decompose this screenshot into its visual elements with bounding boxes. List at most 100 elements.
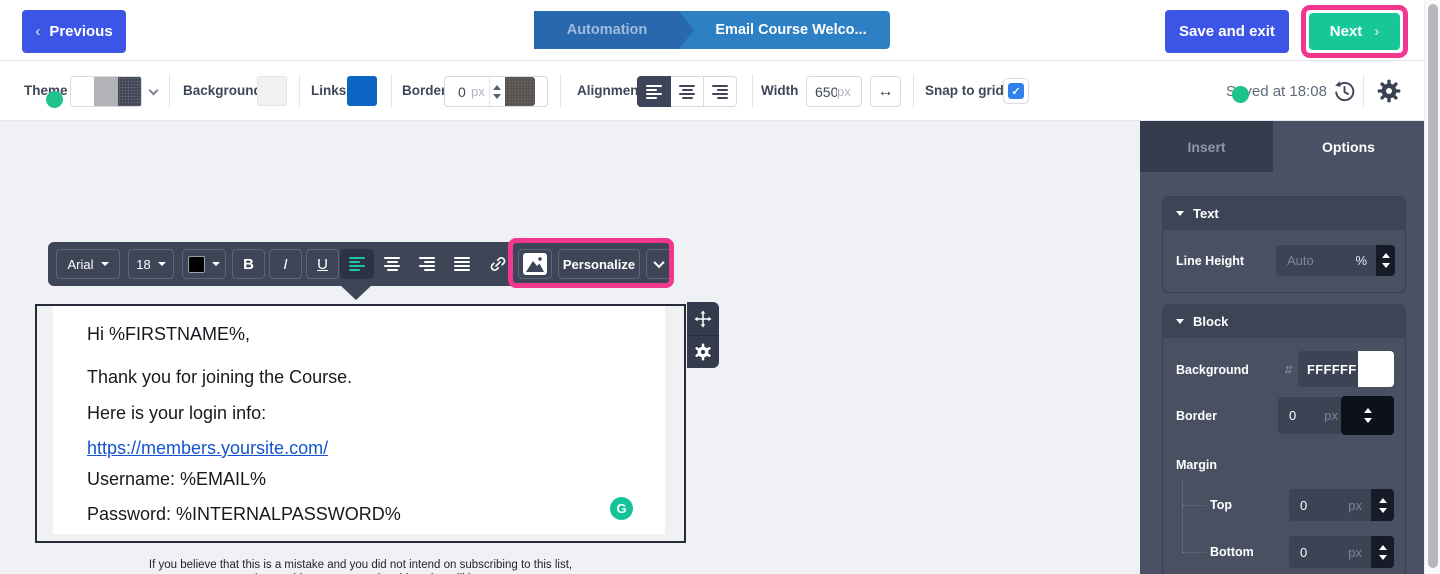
align-right-button[interactable] xyxy=(703,76,737,107)
insert-link-button[interactable] xyxy=(482,249,514,279)
snap-to-grid-checkbox[interactable]: ✓ xyxy=(1003,78,1029,104)
text-align-left-button[interactable] xyxy=(340,249,374,279)
margin-top-field: px xyxy=(1289,489,1371,521)
stepper-up-icon[interactable] xyxy=(493,84,502,90)
stepper-up-icon[interactable] xyxy=(1378,497,1387,503)
history-button[interactable] xyxy=(1333,80,1356,106)
block-section-header[interactable]: Block xyxy=(1163,305,1405,338)
link-icon xyxy=(490,257,506,271)
block-background-input[interactable] xyxy=(1298,361,1358,377)
line-height-stepper[interactable] xyxy=(1376,245,1395,276)
email-text-block[interactable]: Hi %FIRSTNAME%, Thank you for joining th… xyxy=(35,304,686,543)
align-right-icon xyxy=(419,257,435,271)
stepper-up-icon[interactable] xyxy=(1381,253,1390,258)
margin-top-unit: px xyxy=(1348,497,1362,513)
underline-button[interactable]: U xyxy=(306,249,339,279)
scrollbar-thumb[interactable] xyxy=(1428,4,1438,568)
divider xyxy=(560,74,561,108)
scrollbar xyxy=(1424,0,1440,574)
tab-insert[interactable]: Insert xyxy=(1140,121,1273,172)
save-and-exit-button[interactable]: Save and exit xyxy=(1165,10,1289,53)
margin-bottom-unit: px xyxy=(1348,544,1362,560)
block-background-swatch[interactable] xyxy=(1358,351,1394,387)
width-input[interactable] xyxy=(807,83,837,100)
personalize-menu-button[interactable] xyxy=(646,249,672,279)
text-color-select[interactable] xyxy=(182,249,226,279)
chevron-down-icon[interactable] xyxy=(148,85,159,96)
align-left-button[interactable] xyxy=(637,76,671,107)
links-color-swatch[interactable] xyxy=(347,76,377,106)
full-width-button[interactable]: ↔ xyxy=(870,76,901,107)
block-settings-button[interactable] xyxy=(687,335,719,368)
text-align-right-button[interactable] xyxy=(410,249,444,279)
align-left-icon xyxy=(646,84,662,99)
tree-line xyxy=(1182,552,1206,553)
stepper-down-icon[interactable] xyxy=(493,93,502,99)
header-bar: ‹ Previous Email Course Welco... Automat… xyxy=(0,0,1440,61)
click-indicator-dot xyxy=(1232,86,1249,103)
block-background-field xyxy=(1298,351,1358,387)
block-drag-button[interactable] xyxy=(687,302,719,335)
divider xyxy=(1363,74,1364,108)
align-center-icon xyxy=(679,84,695,99)
background-color-swatch[interactable] xyxy=(257,76,287,106)
right-sidebar: Insert Options Text Line Height % xyxy=(1140,121,1424,574)
email-thanks-line: Thank you for joining the Course. xyxy=(87,367,353,387)
breadcrumb-step-automation[interactable]: Automation xyxy=(534,11,694,49)
history-icon xyxy=(1335,81,1355,102)
email-login-link-line: https://members.yoursite.com/ xyxy=(87,438,328,459)
dropdown-arrow-icon xyxy=(100,262,109,266)
next-button[interactable]: Next › xyxy=(1309,13,1400,50)
margin-top-stepper[interactable] xyxy=(1371,489,1394,521)
border-width-input[interactable] xyxy=(445,83,471,100)
margin-top-label: Top xyxy=(1210,498,1232,512)
italic-button[interactable]: I xyxy=(269,249,302,279)
tab-options[interactable]: Options xyxy=(1273,121,1424,172)
margin-bottom-stepper[interactable] xyxy=(1371,536,1394,568)
stepper-down-icon[interactable] xyxy=(1363,418,1372,423)
margin-label: Margin xyxy=(1176,458,1217,472)
tree-line xyxy=(1182,478,1183,553)
font-family-select[interactable]: Arial xyxy=(56,249,120,279)
previous-label: Previous xyxy=(49,23,113,40)
gear-icon xyxy=(695,343,711,361)
border-width-stepper[interactable] xyxy=(488,77,505,106)
font-size-select[interactable]: 18 xyxy=(128,249,174,279)
text-align-justify-button[interactable] xyxy=(445,249,479,279)
theme-swatch[interactable] xyxy=(70,76,142,107)
text-section-header[interactable]: Text xyxy=(1163,197,1405,230)
stepper-down-icon[interactable] xyxy=(1378,507,1387,513)
block-border-label: Border xyxy=(1176,409,1217,423)
hash-symbol: # xyxy=(1285,362,1293,377)
text-color-swatch xyxy=(188,255,205,273)
settings-button[interactable] xyxy=(1377,79,1401,106)
text-align-center-button[interactable] xyxy=(375,249,409,279)
stepper-down-icon[interactable] xyxy=(1381,263,1390,268)
alignment-button-group xyxy=(637,76,737,107)
stepper-up-icon[interactable] xyxy=(1378,544,1387,550)
border-color-swatch[interactable] xyxy=(504,77,535,106)
login-url-link[interactable]: https://members.yoursite.com/ xyxy=(87,438,328,458)
theme-swatch-gray xyxy=(94,77,118,106)
block-section-body: Background # Border px Margin xyxy=(1163,338,1405,574)
previous-button[interactable]: ‹ Previous xyxy=(22,10,126,53)
block-border-stepper[interactable] xyxy=(1341,396,1394,435)
breadcrumb-step-email[interactable]: Email Course Welco... xyxy=(674,11,890,49)
next-label: Next xyxy=(1329,23,1363,40)
insert-image-button[interactable] xyxy=(518,249,552,279)
width-unit-label: px xyxy=(837,84,851,99)
block-section-title: Block xyxy=(1193,314,1229,329)
stepper-down-icon[interactable] xyxy=(1378,554,1387,560)
email-greeting: Hi %FIRSTNAME%, xyxy=(87,324,251,344)
background-label: Background xyxy=(183,83,262,98)
align-center-button[interactable] xyxy=(670,76,704,107)
chevron-down-icon xyxy=(653,256,665,269)
align-center-icon xyxy=(384,257,400,271)
personalize-button[interactable]: Personalize xyxy=(558,249,640,279)
stepper-up-icon[interactable] xyxy=(1363,408,1372,413)
divider xyxy=(752,74,753,108)
alignment-label: Alignment xyxy=(577,83,643,98)
bold-button[interactable]: B xyxy=(232,249,265,279)
width-label: Width xyxy=(761,83,799,98)
grammarly-icon[interactable]: G xyxy=(610,497,633,520)
